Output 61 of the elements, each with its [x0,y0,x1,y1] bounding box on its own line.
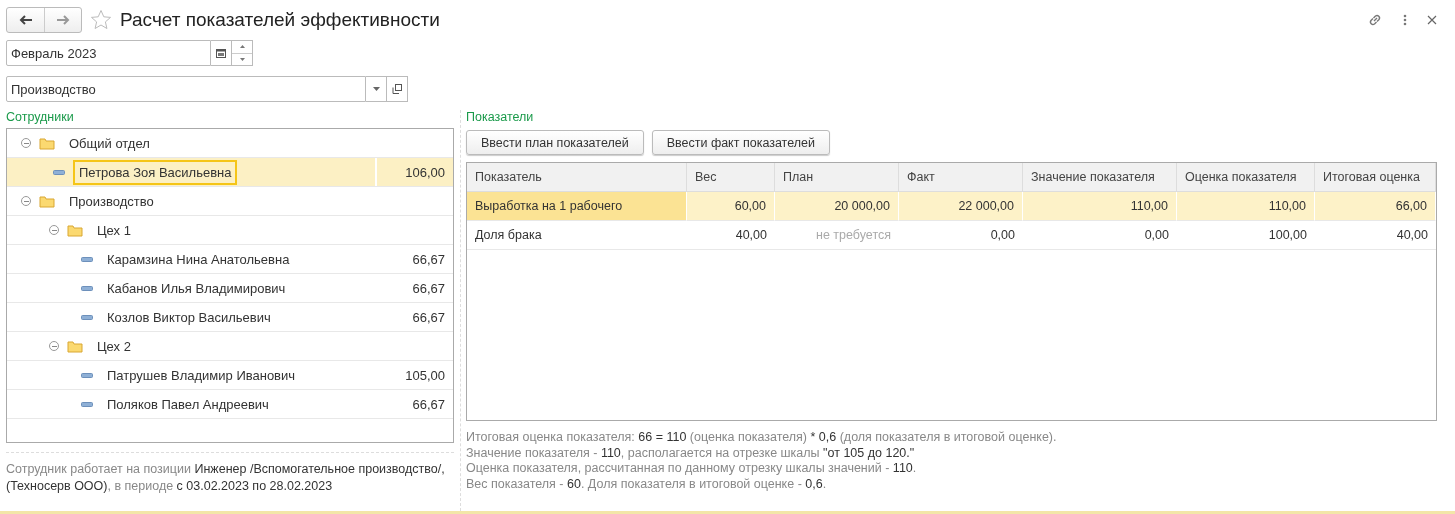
employee-name: Петрова Зоя Васильевна [73,159,238,185]
table-cell: 110,00 [1177,192,1315,221]
table-cell: 60,00 [687,192,775,221]
calendar-icon[interactable] [211,40,232,66]
explanation-line: Оценка показателя, рассчитанная по данному отрезку шкалы значений - 110. [466,461,918,477]
department-field[interactable]: Производство [6,76,366,102]
score-value: 105,00 [404,366,446,385]
employee-icon [81,314,93,320]
employee-icon [53,169,65,175]
column-header[interactable]: Значение показателя [1023,163,1177,192]
score-value: 66,67 [411,308,446,327]
score-value: 66,67 [411,395,446,414]
employee-icon [81,401,93,407]
employee-name: Карамзина Нина Анатольевна [106,250,291,269]
explanation-line: Вес показателя - 60. Доля показателя в итоговой оценке - 0,6. [466,476,828,492]
department-name[interactable]: Производство [63,188,160,214]
table-cell: 66,00 [1315,192,1436,221]
explanation-line: Итоговая оценка показателя: 66 = 110 (оценка показателя) * 0,6 (доля показателя в итоговой оценке). [466,430,1058,446]
employee-icon [81,285,93,291]
folder-icon [39,136,55,150]
table-cell: 22 000,00 [899,192,1023,221]
link-icon[interactable] [1367,12,1383,28]
department-name[interactable]: Общий отдел [63,130,156,156]
folder-icon [67,339,83,353]
employee-icon [81,256,93,262]
action-button[interactable]: Ввести факт показателей [651,130,830,155]
employee-note: Сотрудник работает на позиции Инженер /Вспомогательное производство/, (Техносерв ООО), в периоде с 03.02.2023 по 28.02.2023 [6,452,454,495]
section-label: Показатели [466,110,535,126]
window-title: Расчет показателей эффективности [120,9,441,31]
employee-name: Козлов Виктор Васильевич [106,308,272,327]
employee-name: Патрушев Владимир Иванович [106,366,297,385]
column-header[interactable]: Показатель [467,163,687,192]
more-icon[interactable] [1403,14,1407,26]
open-icon[interactable] [387,76,408,102]
table-cell: 110,00 [1023,192,1177,221]
back-arrow-icon[interactable] [18,15,33,25]
forward-arrow-icon[interactable] [56,15,70,25]
star-icon[interactable] [90,9,112,31]
department-name[interactable]: Цех 2 [91,333,137,359]
action-button[interactable]: Ввести план показателей [466,130,644,155]
employee-name: Кабанов Илья Владимирович [106,279,287,298]
score-value: 66,67 [411,250,446,269]
explanation-line: Значение показателя - 110, располагается на отрезке шкалы "от 105 до 120." [466,445,916,461]
period-field[interactable]: Февраль 2023 [6,40,211,66]
folder-icon [67,223,83,237]
employee-name: Поляков Павел Андреевич [106,395,270,414]
section-label: Сотрудники [6,110,75,126]
column-header[interactable]: Оценка показателя [1177,163,1315,192]
column-header[interactable]: Итоговая оценка [1315,163,1436,192]
department-name[interactable]: Цех 1 [91,217,137,243]
folder-icon [39,194,55,208]
table-cell: 20 000,00 [775,192,899,221]
score-value: 66,67 [411,279,446,298]
employee-icon [81,372,93,378]
column-header[interactable]: Вес [687,163,775,192]
employee-row[interactable]: Петрова Зоя Васильевна 106,00 [7,158,453,187]
close-icon[interactable] [1427,15,1437,25]
column-header[interactable]: Факт [899,163,1023,192]
dropdown-icon[interactable] [366,76,387,102]
table-cell: Выработка на 1 рабочего [467,192,687,221]
column-header[interactable]: План [775,163,899,192]
